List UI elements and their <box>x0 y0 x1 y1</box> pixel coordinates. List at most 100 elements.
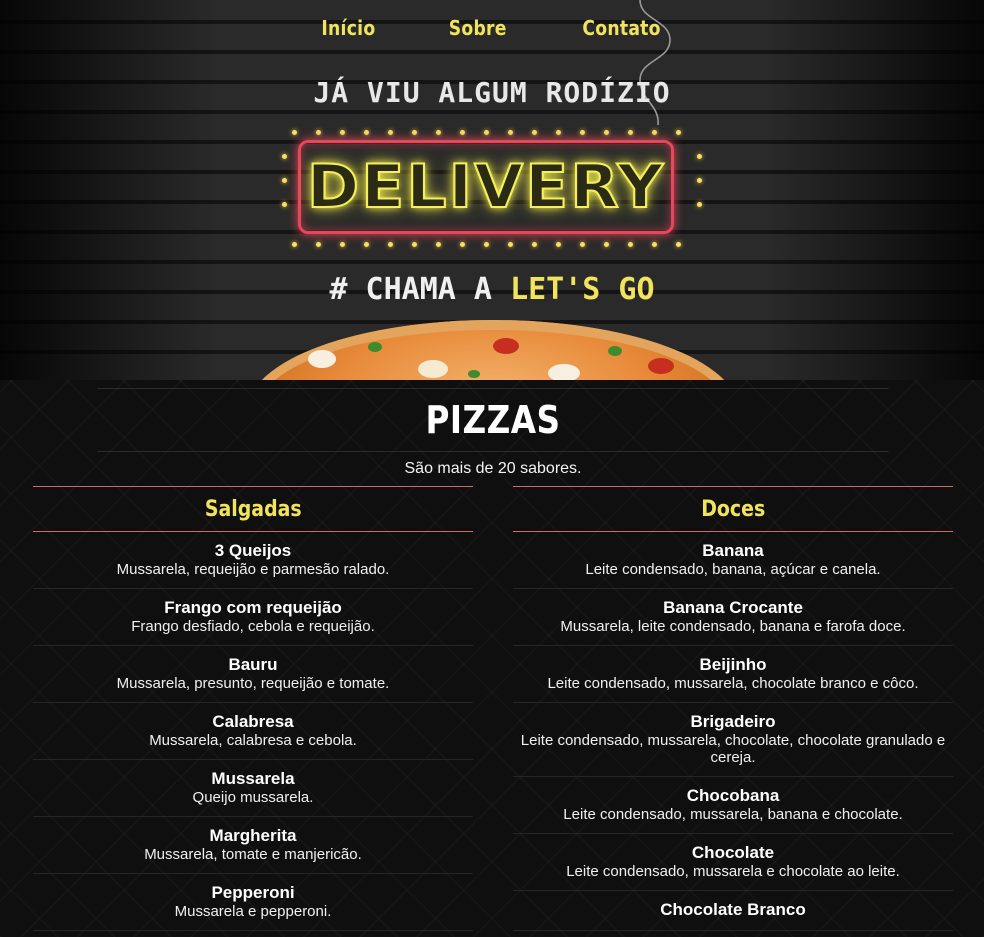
marquee-bulb <box>316 242 321 247</box>
marquee-bulb <box>292 242 297 247</box>
marquee-bulb <box>628 242 633 247</box>
column-doces: Doces Banana Leite condensado, banana, a… <box>513 486 953 931</box>
list-item: Bauru Mussarela, presunto, requeijão e t… <box>33 646 473 703</box>
list-item: Chocolate Leite condensado, mussarela e … <box>513 834 953 891</box>
marquee-bulb <box>340 130 345 135</box>
top-nav: Início Sobre Contato <box>0 16 984 40</box>
list-item: Frango com requeijão Frango desfiado, ce… <box>33 589 473 646</box>
marquee-bulb <box>412 242 417 247</box>
item-name: Brigadeiro <box>690 712 776 731</box>
hero-banner: Início Sobre Contato JÁ VIU ALGUM RODÍZI… <box>0 0 984 380</box>
marquee-bulb <box>697 202 702 207</box>
column-heading: Salgadas <box>33 486 473 532</box>
list-item: 3 Queijos Mussarela, requeijão e parmesã… <box>33 532 473 589</box>
marquee-bulb <box>436 242 441 247</box>
column-salgadas: Salgadas 3 Queijos Mussarela, requeijão … <box>33 486 473 931</box>
marquee-bulb <box>604 242 609 247</box>
marquee-bulb <box>580 130 585 135</box>
marquee-bulb <box>532 242 537 247</box>
marquee-bulb <box>556 130 561 135</box>
marquee-bulb <box>652 130 657 135</box>
list-item: Margherita Mussarela, tomate e manjericã… <box>33 817 473 874</box>
slogan-highlight: LET'S GO <box>510 272 655 307</box>
list-item: Pepperoni Mussarela e pepperoni. <box>33 874 473 931</box>
item-name: Banana Crocante <box>663 598 803 617</box>
list-item: Calabresa Mussarela, calabresa e cebola. <box>33 703 473 760</box>
item-name: Bauru <box>228 655 278 674</box>
item-name: Chocolate Branco <box>660 900 806 919</box>
marquee-bulb <box>460 130 465 135</box>
item-name: Calabresa <box>212 712 294 731</box>
hero-slogan: # CHAMA A LET'S GO <box>0 272 984 307</box>
list-item: Banana Leite condensado, banana, açúcar … <box>513 532 953 589</box>
item-name: 3 Queijos <box>214 541 292 560</box>
marquee-bulb <box>697 154 702 159</box>
item-description: Mussarela, requeijão e parmesão ralado. <box>116 561 390 578</box>
marquee-bulb <box>388 242 393 247</box>
marquee-bulb <box>282 178 287 183</box>
marquee-bulb <box>508 242 513 247</box>
marquee-bulb <box>388 130 393 135</box>
neon-sign-text: DELIVERY <box>306 151 666 223</box>
marquee-bulb <box>412 130 417 135</box>
marquee-bulb <box>652 242 657 247</box>
item-description: Frango desfiado, cebola e requeijão. <box>131 618 375 635</box>
item-name: Frango com requeijão <box>164 598 342 617</box>
column-heading: Doces <box>513 486 953 532</box>
list-item: Chocobana Leite condensado, mussarela, b… <box>513 777 953 834</box>
list-item: Chocolate Branco <box>513 891 953 931</box>
item-description: Mussarela, leite condensado, banana e fa… <box>560 618 906 635</box>
list-item: Mussarela Queijo mussarela. <box>33 760 473 817</box>
marquee-bulb <box>460 242 465 247</box>
column-heading-label: Doces <box>700 496 766 522</box>
list-item: Beijinho Leite condensado, mussarela, ch… <box>513 646 953 703</box>
marquee-bulb <box>364 130 369 135</box>
marquee-bulb <box>340 242 345 247</box>
marquee-bulb <box>532 130 537 135</box>
item-name: Chocobana <box>686 786 780 805</box>
item-description: Mussarela, presunto, requeijão e tomate. <box>116 675 390 692</box>
marquee-bulb <box>364 242 369 247</box>
nav-link-inicio[interactable]: Início <box>322 16 376 40</box>
marquee-bulb <box>676 130 681 135</box>
item-description: Leite condensado, mussarela e chocolate … <box>566 863 900 880</box>
marquee-bulb <box>697 178 702 183</box>
marquee-bulb <box>676 242 681 247</box>
neon-sign-frame: DELIVERY <box>298 140 674 234</box>
nav-link-sobre[interactable]: Sobre <box>449 16 507 40</box>
item-name: Mussarela <box>211 769 295 788</box>
item-name: Pepperoni <box>211 883 295 902</box>
marquee-bulb <box>556 242 561 247</box>
item-description: Mussarela e pepperoni. <box>174 903 332 920</box>
menu-subtitle: São mais de 20 sabores. <box>404 460 582 477</box>
marquee-bulb <box>628 130 633 135</box>
slogan-prefix: # CHAMA A <box>329 272 511 307</box>
marquee-bulb <box>484 130 489 135</box>
item-description: Leite condensado, banana, açúcar e canel… <box>585 561 881 578</box>
item-name: Banana <box>702 541 764 560</box>
item-description: Queijo mussarela. <box>192 789 314 806</box>
list-item: Banana Crocante Mussarela, leite condens… <box>513 589 953 646</box>
item-description: Leite condensado, mussarela, chocolate b… <box>547 675 919 692</box>
menu-title: PIZZAS <box>97 388 889 452</box>
column-heading-label: Salgadas <box>204 496 302 522</box>
list-item: Brigadeiro Leite condensado, mussarela, … <box>513 703 953 777</box>
item-description: Leite condensado, mussarela, banana e ch… <box>563 806 903 823</box>
marquee-bulb <box>580 242 585 247</box>
item-description: Mussarela, tomate e manjericão. <box>144 846 362 863</box>
marquee-bulb <box>604 130 609 135</box>
item-name: Chocolate <box>691 843 775 862</box>
pizza-menu: PIZZAS São mais de 20 sabores. Salgadas … <box>33 388 953 931</box>
pizza-image <box>248 320 738 380</box>
marquee-bulb <box>484 242 489 247</box>
hero-tagline: JÁ VIU ALGUM RODÍZIO <box>313 76 671 109</box>
marquee-bulb <box>508 130 513 135</box>
item-description: Leite condensado, mussarela, chocolate, … <box>520 732 946 766</box>
item-name: Margherita <box>209 826 297 845</box>
item-description: Mussarela, calabresa e cebola. <box>149 732 357 749</box>
marquee-bulb <box>282 154 287 159</box>
marquee-bulb <box>292 130 297 135</box>
neon-cord-icon <box>639 0 671 126</box>
marquee-bulb <box>282 202 287 207</box>
marquee-bulb <box>316 130 321 135</box>
